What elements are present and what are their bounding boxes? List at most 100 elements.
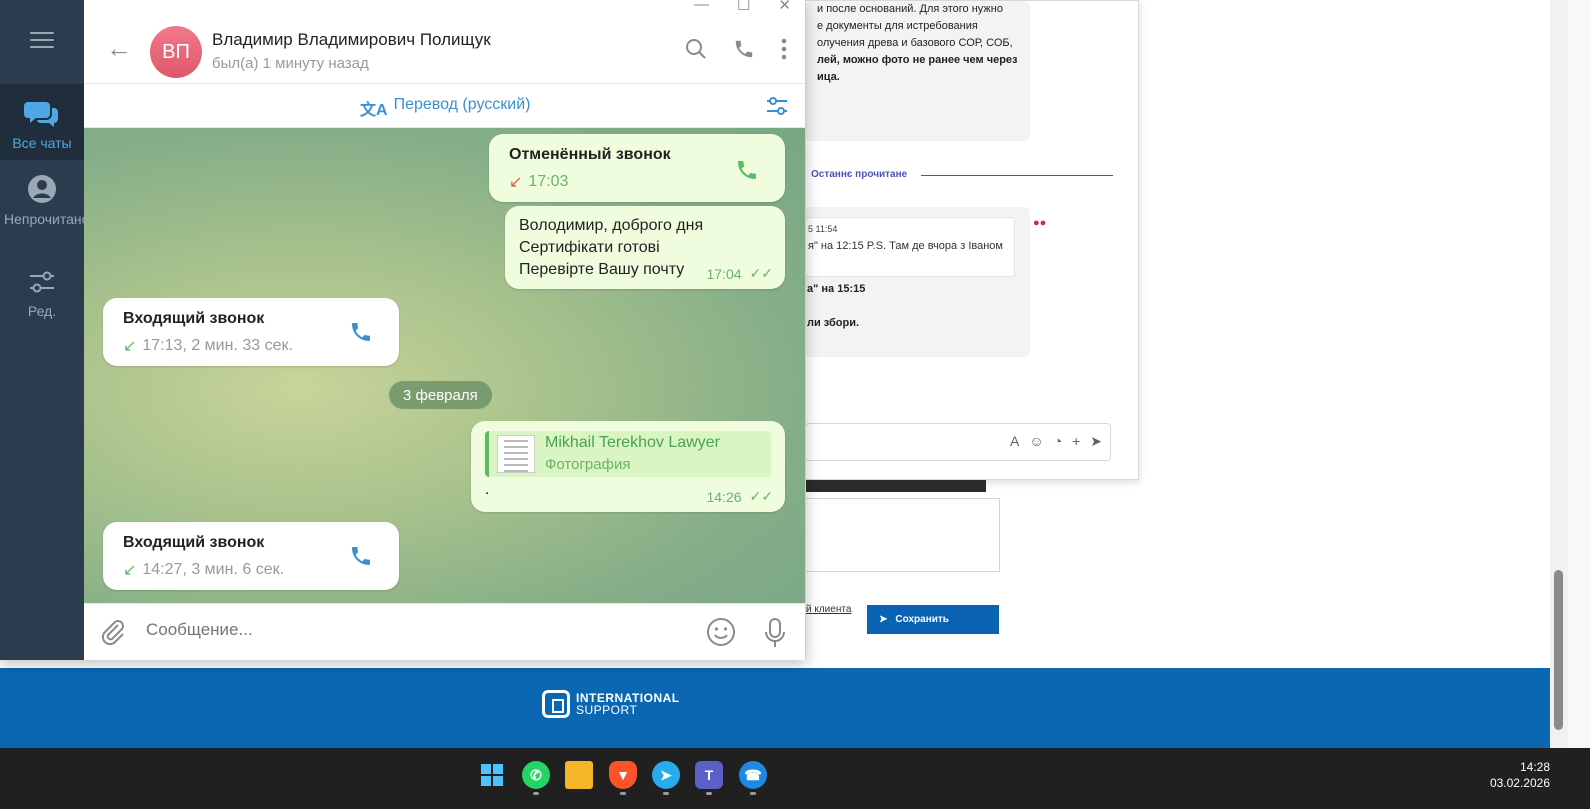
running-indicator	[750, 792, 756, 795]
running-indicator	[533, 792, 539, 795]
reply-type-label: Фотография	[545, 456, 631, 473]
background-compose-box[interactable]: A ☺ ◔ + ➤	[805, 423, 1111, 461]
send-icon[interactable]: ➤	[1090, 433, 1102, 450]
call-title: Отменённый звонок	[509, 146, 671, 163]
clock-time: 14:28	[1519, 760, 1550, 774]
telegram-icon[interactable]: ➤	[652, 761, 680, 789]
message-line: Володимир, доброго дня	[519, 217, 704, 234]
bg-bold-line: а" на 15:15	[807, 283, 866, 295]
telegram-window: Все чаты Непрочитано Ред. — ☐ ✕ ← ВП Вла…	[0, 0, 806, 660]
page-scrollbar[interactable]	[1550, 0, 1568, 748]
format-icon[interactable]: A	[1010, 433, 1019, 450]
more-vertical-icon[interactable]	[781, 38, 787, 60]
logo-line: SUPPORT	[576, 703, 638, 717]
translate-settings-icon[interactable]	[765, 95, 789, 117]
phone-callback-icon[interactable]	[349, 320, 373, 344]
translate-icon: 文A	[360, 102, 388, 119]
double-check-icon: ✓✓	[749, 488, 773, 504]
translate-label: Перевод (русский)	[393, 96, 531, 113]
client-link[interactable]: й клиента	[806, 604, 851, 615]
photo-thumbnail	[497, 435, 535, 473]
scrollbar-thumb[interactable]	[1554, 570, 1563, 730]
incoming-call-message[interactable]: Входящий звонок ↙ 14:27, 3 мин. 6 сек.	[103, 522, 399, 590]
cancelled-call-message[interactable]: Отменённый звонок ↙ 17:03	[489, 134, 785, 202]
contact-name[interactable]: Владимир Владимирович Полищук	[212, 30, 491, 50]
hamburger-icon	[30, 32, 54, 48]
missed-call-arrow-icon: ↙	[509, 174, 523, 191]
sidebar-item-unread[interactable]: Непрочитано	[0, 170, 90, 229]
outgoing-photo-reply-message[interactable]: Mikhail Terekhov Lawyer Фотография . 14:…	[471, 421, 785, 512]
background-message-card: 5 11:54 я" на 12:15 P.S. Там де вчора з …	[805, 207, 1030, 357]
phone-icon[interactable]	[733, 38, 755, 60]
maximize-icon[interactable]: ☐	[737, 0, 750, 14]
save-button[interactable]: ➤ Сохранить	[867, 605, 999, 634]
microphone-icon[interactable]	[764, 617, 786, 649]
translate-button[interactable]: 文A Перевод (русский)	[360, 96, 530, 120]
time-label: 17:04	[706, 265, 742, 282]
logo-text: INTERNATIONAL SUPPORT	[576, 692, 680, 716]
brave-browser-icon[interactable]: ▼	[609, 761, 637, 789]
phone-callback-icon[interactable]	[349, 544, 373, 568]
incoming-call-message[interactable]: Входящий звонок ↙ 17:13, 2 мин. 33 сек.	[103, 298, 399, 366]
call-meta: ↙ 14:27, 3 мин. 6 сек.	[123, 560, 379, 580]
sidebar-item-label: Непрочитано	[4, 211, 90, 227]
windows-taskbar: ✆ ▼ ➤ T ☎ 14:28 03.02.2026	[0, 748, 1590, 809]
person-icon	[28, 175, 56, 203]
plus-icon[interactable]: +	[1072, 433, 1080, 450]
chat-pane: — ☐ ✕ ← ВП Владимир Владимирович Полищук…	[84, 0, 805, 660]
menu-button[interactable]	[0, 18, 84, 82]
message-time: 14:26 ✓✓	[706, 488, 773, 505]
sidebar-item-all-chats[interactable]: Все чаты	[0, 84, 84, 160]
emoji-icon[interactable]: ☺	[1029, 433, 1043, 450]
incoming-call-arrow-icon: ↙	[123, 338, 137, 355]
call-meta: ↙ 17:03	[509, 172, 765, 192]
paperclip-icon[interactable]	[100, 618, 126, 646]
call-title: Входящий звонок	[123, 534, 265, 551]
close-icon[interactable]: ✕	[778, 0, 791, 14]
system-clock[interactable]: 14:28 03.02.2026	[1490, 759, 1550, 791]
search-icon[interactable]	[685, 38, 707, 60]
message-input[interactable]	[146, 620, 686, 640]
phone-app-icon[interactable]: ☎	[739, 761, 767, 789]
reply-sender-name: Mikhail Terekhov Lawyer	[545, 434, 720, 451]
time-label: 14:26	[706, 488, 742, 505]
quoted-message: 5 11:54 я" на 12:15 P.S. Там де вчора з …	[805, 217, 1015, 277]
last-read-label: Останнє прочитане	[811, 169, 908, 180]
sliders-icon	[30, 271, 54, 293]
reply-preview[interactable]: Mikhail Terekhov Lawyer Фотография	[485, 431, 771, 477]
chat-header: — ☐ ✕ ← ВП Владимир Владимирович Полищук…	[84, 0, 805, 84]
divider-line	[921, 175, 1113, 176]
compose-toolbar: A ☺ ◔ + ➤	[1010, 433, 1102, 450]
running-indicator	[663, 792, 669, 795]
emoji-icon[interactable]	[706, 617, 736, 647]
quote-text: я" на 12:15 P.S. Там де вчора з Іваном	[808, 240, 1003, 252]
message-list[interactable]: Отменённый звонок ↙ 17:03 Володимир, доб…	[84, 128, 805, 603]
phone-callback-icon[interactable]	[735, 158, 759, 182]
call-time: 14:27, 3 мин. 6 сек.	[142, 561, 285, 578]
sidebar-item-edit[interactable]: Ред.	[0, 268, 84, 321]
call-meta: ↙ 17:13, 2 мин. 33 сек.	[123, 336, 379, 356]
avatar[interactable]: ВП	[150, 26, 202, 78]
bg-card-line: и после оснований. Для этого нужно	[817, 3, 1003, 15]
minimize-icon[interactable]: —	[694, 0, 709, 14]
window-controls: — ☐ ✕	[694, 0, 791, 14]
translate-bar: 文A Перевод (русский)	[84, 85, 805, 128]
start-windows-icon[interactable]	[478, 761, 506, 789]
back-arrow-icon[interactable]: ←	[106, 35, 132, 61]
contact-status: был(а) 1 минуту назад	[212, 55, 369, 72]
call-time: 17:03	[528, 173, 569, 190]
teams-icon[interactable]: T	[695, 761, 723, 789]
background-dark-strip	[804, 480, 986, 492]
file-explorer-icon[interactable]	[565, 761, 593, 789]
sticker-icon[interactable]: ◔	[1054, 433, 1062, 450]
message-line: Сертифікати готові	[519, 239, 660, 256]
running-indicator	[620, 792, 626, 795]
site-footer	[0, 668, 1550, 748]
logo-mark-icon	[542, 690, 570, 718]
international-support-logo: INTERNATIONAL SUPPORT	[542, 690, 680, 718]
chats-icon	[24, 102, 58, 127]
whatsapp-icon[interactable]: ✆	[522, 761, 550, 789]
outgoing-text-message[interactable]: Володимир, доброго дня Сертифікати готов…	[505, 206, 785, 289]
bg-card-line: лей, можно фото не ранее чем через	[817, 54, 1018, 66]
call-title: Входящий звонок	[123, 310, 265, 327]
